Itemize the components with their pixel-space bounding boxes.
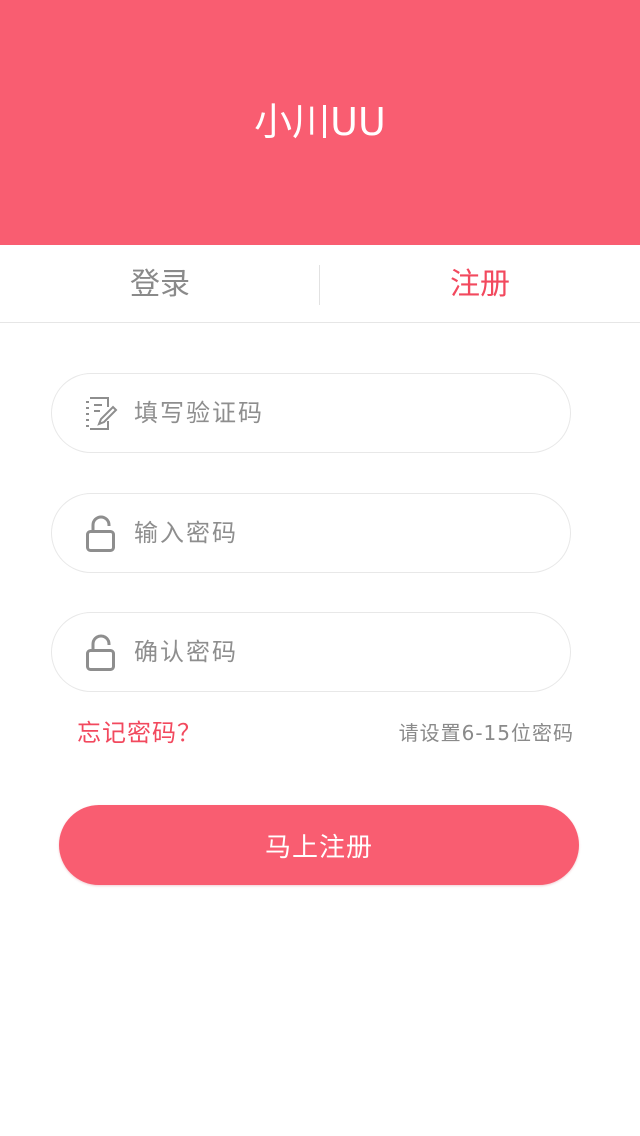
- lock-icon: [81, 633, 121, 673]
- password-input[interactable]: [134, 494, 544, 572]
- confirm-password-input[interactable]: [134, 613, 544, 691]
- password-field[interactable]: [51, 493, 571, 573]
- auth-tabs: 登录 注册: [0, 245, 640, 323]
- confirm-password-field[interactable]: [51, 612, 571, 692]
- app-title: 小川UU: [254, 100, 386, 144]
- forgot-password-link[interactable]: 忘记密码？: [77, 716, 202, 750]
- password-hint: 请设置6-15位密码: [398, 721, 574, 745]
- register-submit-button[interactable]: 马上注册: [59, 805, 579, 885]
- app-header: 小川UU: [0, 0, 640, 245]
- edit-icon: [81, 394, 121, 434]
- verification-code-input[interactable]: [134, 374, 544, 452]
- lock-icon: [81, 514, 121, 554]
- tab-register[interactable]: 注册: [320, 245, 640, 323]
- tab-login[interactable]: 登录: [0, 245, 320, 323]
- verification-code-field[interactable]: [51, 373, 571, 453]
